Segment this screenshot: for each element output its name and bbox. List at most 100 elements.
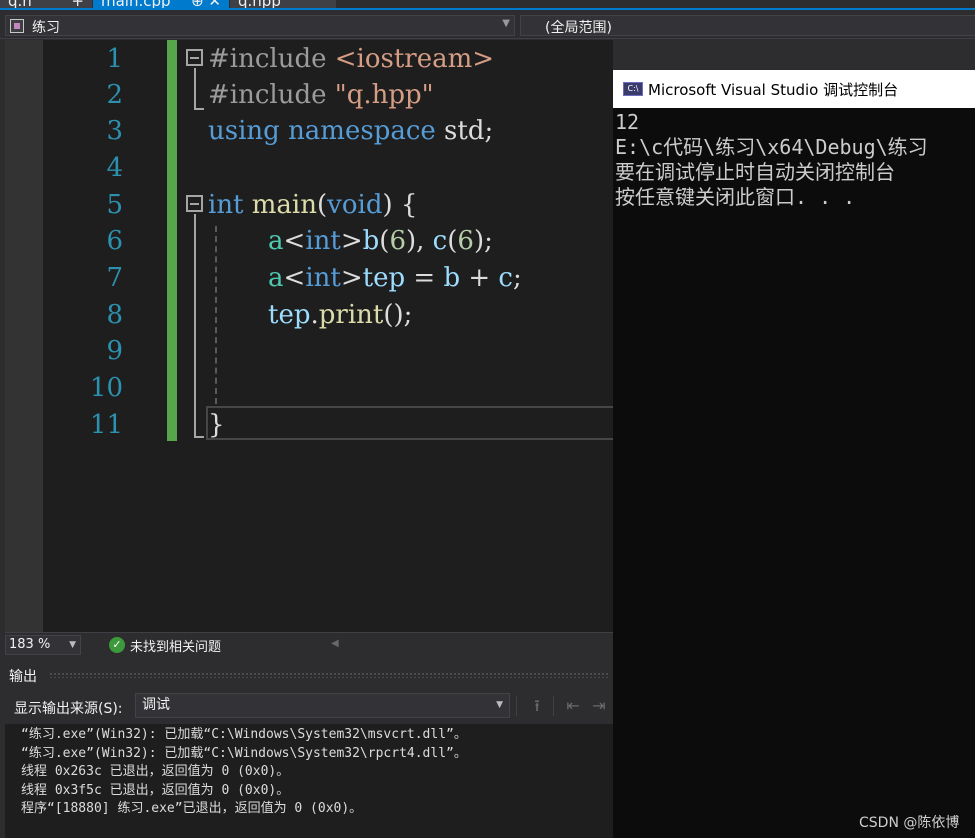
console-title: Microsoft Visual Studio 调试控制台 [648,81,899,99]
line-number: 5 [106,190,123,220]
document-tab-strip: q.h + main.cpp ⊕ ✕ q.hpp [0,0,975,10]
zoom-value: 183 % [9,637,51,652]
identifier-token: std; [435,116,494,146]
line-number: 6 [106,226,123,256]
punct-token: (); [383,300,413,330]
indent-guide [215,226,217,404]
tab-label: q.h [8,0,32,10]
source-label: 显示输出来源(S): [14,701,123,717]
header-token: <iostream> [334,44,495,74]
punct-token: ( [379,226,390,256]
output-line: “练习.exe”(Win32): 已加载“C:\Windows\System32… [21,745,467,761]
line-number: 4 [106,153,123,183]
scroll-left-icon[interactable]: ◀ [331,638,339,649]
type-token: a [268,226,284,256]
tab-q-h[interactable]: q.h + [0,0,92,10]
output-source-select[interactable]: 调试 ▼ [135,693,510,718]
tab-q-hpp[interactable]: q.hpp [230,0,336,10]
tab-main-cpp[interactable]: main.cpp ⊕ ✕ [93,0,229,8]
zoom-dropdown[interactable]: 183 % ▼ [5,635,81,655]
code-line-6[interactable]: a<int>b(6), c(6); [268,223,493,259]
chevron-down-icon: ▼ [496,700,503,710]
collapse-icon[interactable] [186,49,203,66]
output-line: 线程 0x3f5c 已退出，返回值为 0 (0x0)。 [21,782,290,798]
line-number: 8 [106,300,123,330]
project-dropdown[interactable]: 练习 ▼ [5,15,515,36]
outline-line [194,214,196,438]
glyph-margin[interactable] [5,40,43,632]
string-token: "q.hpp" [334,80,434,110]
project-icon [10,19,24,33]
punct-token: ), [405,226,433,256]
change-tracking-bar [167,40,177,441]
output-line: 线程 0x263c 已退出，返回值为 0 (0x0)。 [21,764,290,779]
toolbar-separator [516,696,517,716]
operator-token: + [460,263,499,293]
line-number: 1 [106,44,123,74]
find-message-icon[interactable]: ⭱ [527,696,547,716]
punct-token: ( [317,190,328,220]
keyword-token: int [305,226,341,256]
tab-label: q.hpp [238,0,281,10]
keyword-token: namespace [288,116,436,146]
variable-token: tep [362,263,406,293]
punct-token: ) { [382,190,418,220]
punct-token: < [283,226,306,256]
code-line-8[interactable]: tep.print(); [268,297,412,333]
line-number: 9 [106,336,123,366]
next-message-icon[interactable]: ⇥ [589,696,609,716]
variable-token: c [432,226,448,256]
variable-token: c [498,263,513,293]
outline-end [194,436,204,438]
watermark: CSDN @陈依博 [859,815,960,831]
punct-token: < [283,263,306,293]
code-line-11[interactable]: } [208,407,225,443]
punct-token: ); [473,226,493,256]
variable-token: b [443,263,461,293]
check-circle-icon: ✓ [109,637,125,653]
current-line-highlight [206,406,613,440]
keyword-token: int [305,263,341,293]
function-token: print [318,300,384,330]
console-output: 12 E:\c代码\练习\x64\Debug\练习 要在调试停止时自动关闭控制台 按任… [615,110,928,210]
close-icon[interactable]: ⊕ ✕ [191,0,221,8]
keyword-token: using [208,116,280,146]
scope-label: (全局范围) [545,20,612,36]
output-header[interactable]: 输出 [5,662,613,688]
line-number: 10 [89,373,123,403]
prev-message-icon[interactable]: ⇤ [563,696,583,716]
code-line-5[interactable]: int main(void) { [208,187,417,223]
source-value: 调试 [142,697,170,713]
code-editor[interactable]: 1 2 3 4 5 6 7 8 9 10 11 #include <iostre… [5,40,613,632]
output-line: 程序“[18880] 练习.exe”已退出，返回值为 0 (0x0)。 [21,801,363,816]
code-line-2[interactable]: #include "q.hpp" [208,77,434,113]
editor-status-bar: 183 % ▼ ✓ 未找到相关问题 ◀ [5,632,613,656]
console-app-icon: C:\ [623,82,643,96]
number-token: 6 [389,226,406,256]
operator-token: = [405,263,444,293]
output-line: “练习.exe”(Win32): 已加载“C:\Windows\System32… [21,727,467,742]
collapse-icon[interactable] [186,195,203,212]
pin-icon[interactable]: + [71,0,84,8]
punct-token: . [310,300,319,330]
project-label: 练习 [32,20,60,36]
chevron-down-icon: ▼ [502,18,510,29]
code-line-7[interactable]: a<int>tep = b + c; [268,260,522,296]
panel-grip[interactable] [49,672,609,678]
issues-status[interactable]: 未找到相关问题 [130,636,221,655]
console-line: E:\c代码\练习\x64\Debug\练习 [615,135,928,159]
output-text[interactable]: “练习.exe”(Win32): 已加载“C:\Windows\System32… [5,724,613,838]
number-token: 6 [457,226,474,256]
console-titlebar[interactable]: C:\ Microsoft Visual Studio 调试控制台 [613,70,975,108]
outline-line [194,68,196,110]
line-number: 11 [89,410,123,440]
debug-console-window[interactable]: C:\ Microsoft Visual Studio 调试控制台 12 E:\c… [613,70,975,838]
punct-token: ( [447,226,458,256]
code-line-3[interactable]: using namespace std; [208,113,493,149]
punct-token: } [208,410,225,440]
output-toolbar: 显示输出来源(S): 调试 ▼ ⭱ ⇤ ⇥ [5,690,613,722]
scope-dropdown[interactable]: (全局范围) [520,15,975,36]
preprocessor-token: #include [208,80,335,110]
code-line-1[interactable]: #include <iostream> [208,41,494,77]
console-line: 按任意键关闭此窗口. . . [615,185,856,209]
